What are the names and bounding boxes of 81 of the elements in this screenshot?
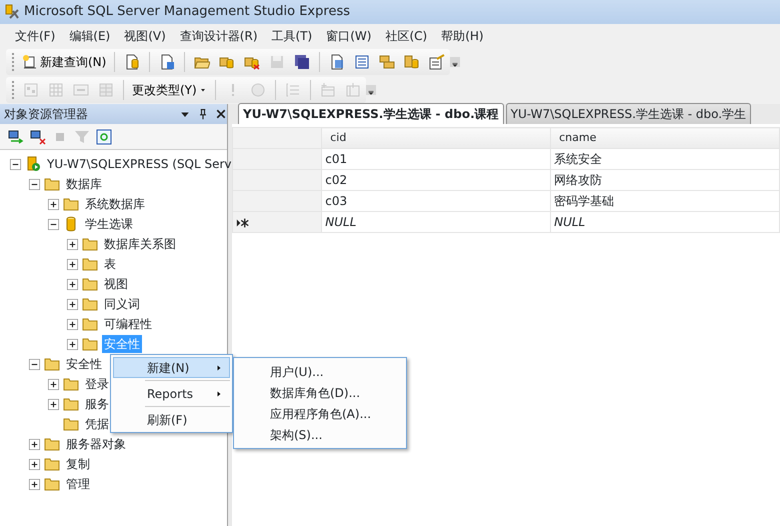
pin-icon[interactable] [197, 108, 209, 120]
new-query-icon [22, 54, 38, 70]
tree-item[interactable]: 同义词 [102, 295, 142, 313]
toolbar-grip[interactable] [12, 81, 15, 99]
menu-item[interactable]: Reports [113, 383, 230, 404]
collapse-icon[interactable] [48, 218, 59, 230]
document-icon[interactable] [329, 54, 346, 70]
menu-item[interactable]: 视图(V) [117, 25, 173, 47]
menu-item[interactable]: 新建(N) [113, 357, 230, 378]
tree-item[interactable]: 管理 [64, 475, 92, 493]
expand-icon[interactable] [48, 398, 59, 410]
menu-item[interactable]: 窗口(W) [319, 25, 378, 47]
table-cell: 网络攻防 [550, 170, 780, 190]
database-icon[interactable] [404, 54, 420, 70]
collapse-icon[interactable] [29, 358, 40, 370]
menu-item[interactable]: 数据库角色(D)... [236, 382, 404, 403]
expand-icon[interactable] [67, 338, 78, 350]
tree-item[interactable]: 服务 [83, 395, 111, 413]
tree-item[interactable]: 表 [102, 255, 118, 273]
table-cell: c03 [322, 190, 551, 212]
table-cell: NULL [322, 212, 551, 232]
expand-icon[interactable] [67, 318, 78, 330]
tree-item[interactable]: 系统数据库 [83, 195, 147, 213]
tree-item[interactable]: 安全性 [64, 355, 104, 373]
list-icon[interactable] [354, 54, 370, 70]
caret-icon [198, 86, 207, 94]
document-icon[interactable] [159, 54, 176, 70]
column-header[interactable]: cname [550, 128, 780, 148]
tree-item[interactable]: 服务器对象 [64, 435, 128, 453]
disconnect-icon[interactable] [30, 128, 46, 144]
tree-item[interactable]: 可编程性 [102, 315, 154, 333]
column-header[interactable]: cid [322, 128, 551, 148]
expand-icon[interactable] [67, 258, 78, 270]
table-cell: 密码学基础 [550, 190, 780, 212]
tree-item[interactable]: 凭据 [83, 415, 111, 433]
document-tab[interactable]: YU-W7\SQLEXPRESS.学生选课 - dbo.课程 [238, 103, 504, 124]
window-title: Microsoft SQL Server Management Studio Express [24, 3, 350, 22]
menu-item[interactable]: 文件(F) [8, 25, 62, 47]
menu-item[interactable]: 刷新(F) [113, 409, 230, 430]
expand-icon[interactable] [67, 238, 78, 250]
collapse-icon[interactable] [10, 158, 21, 170]
expand-icon[interactable] [48, 198, 59, 210]
collapse-icon[interactable] [29, 178, 40, 190]
tree-item[interactable]: 登录 [83, 375, 111, 393]
close-icon[interactable] [215, 108, 227, 120]
panel-title: 对象资源管理器 [4, 106, 89, 123]
menu-item[interactable]: 架构(S)... [236, 424, 404, 445]
tree-item[interactable]: 复制 [64, 455, 92, 473]
menu-item[interactable]: 应用程序角色(A)... [236, 403, 404, 424]
app-icon [4, 4, 20, 20]
menu-item[interactable]: 用户(U)... [236, 361, 404, 382]
expand-icon[interactable] [29, 458, 40, 470]
tree-item[interactable]: 数据库 [64, 175, 104, 193]
menu-item[interactable]: 编辑(E) [62, 25, 118, 47]
refresh-icon[interactable] [96, 128, 112, 144]
connect-icon[interactable] [8, 128, 24, 144]
document-tab[interactable]: YU-W7\SQLEXPRESS.学生选课 - dbo.学生 [506, 103, 752, 124]
tree-item[interactable]: 数据库关系图 [102, 235, 178, 253]
toolbar-grip[interactable] [12, 53, 15, 71]
menu-item[interactable]: 帮助(H) [434, 25, 491, 47]
tree-item[interactable]: 视图 [102, 275, 130, 293]
expand-icon[interactable] [29, 478, 40, 490]
table-cell: c02 [322, 170, 551, 190]
table-cell: 系统安全 [550, 148, 780, 170]
expand-icon[interactable] [67, 298, 78, 310]
tree-item[interactable]: YU-W7\SQLEXPRESS (SQL Serv [45, 155, 234, 173]
new-query-button[interactable]: 新建查询(N) [20, 51, 108, 73]
menu-item[interactable]: 社区(C) [378, 25, 434, 47]
change-type-dropdown[interactable]: 更改类型(Y) [130, 79, 209, 101]
expand-icon[interactable] [67, 278, 78, 290]
document-icon[interactable] [124, 54, 140, 70]
tree-item[interactable]: 学生选课 [83, 215, 135, 233]
menu-item[interactable]: 工具(T) [264, 25, 320, 47]
table-cell: NULL [550, 212, 780, 232]
properties-icon[interactable] [429, 54, 446, 70]
submenu-arrow-icon [215, 390, 223, 398]
expand-icon[interactable] [29, 438, 40, 450]
table-cell: c01 [322, 148, 551, 170]
expand-icon[interactable] [48, 378, 59, 390]
menu-item[interactable]: 查询设计器(R) [172, 25, 264, 47]
submenu-arrow-icon [215, 364, 223, 372]
